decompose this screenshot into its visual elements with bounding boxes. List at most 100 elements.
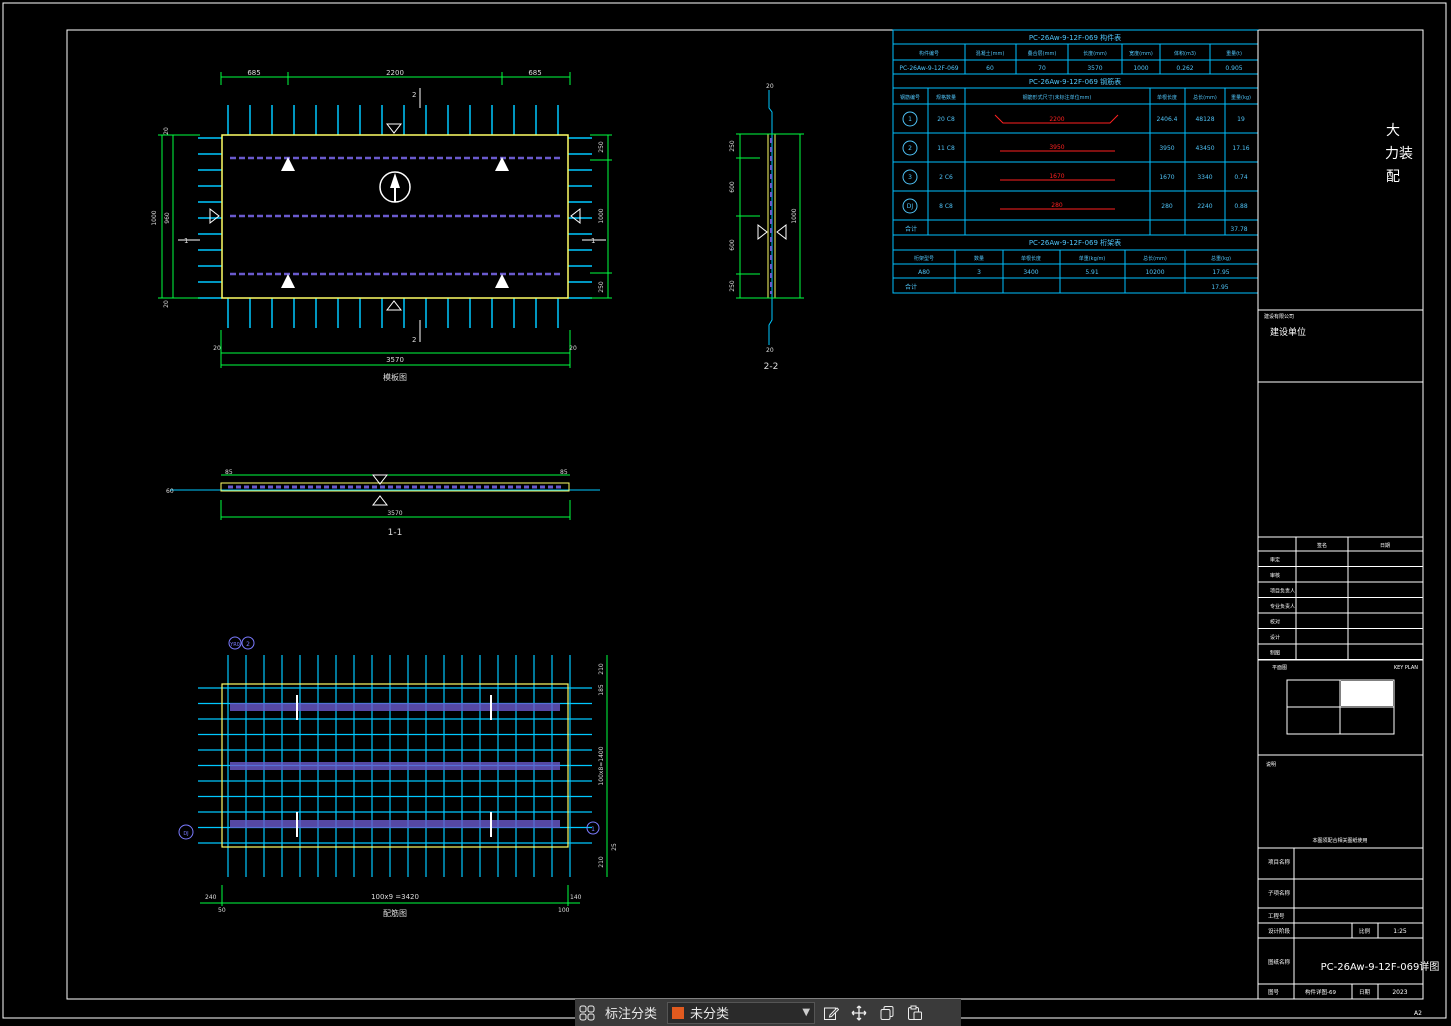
table-rebar-spec: 2 C6 [939,174,953,181]
schedule-tables: PC-26Aw-9-12F-069 构件表 构件编号 混凝土(mm) 叠合层(mm)… [892,29,1259,294]
drawing-name: PC-26Aw-9-12F-069详图 [1321,960,1440,973]
table-rebar-header: 钢筋形式尺寸(未标注单位mm) [1023,94,1092,101]
table-rebar-header: 重量(kg) [1231,94,1251,101]
table-component-cell: 0.905 [1225,65,1242,72]
table-truss-header: 总长(mm) [1143,255,1167,262]
drawing-no-label: 图号 [1268,988,1280,996]
sec22-dim-3: 600 [729,239,736,251]
category-select[interactable]: 未分类 ▼ [667,1001,816,1024]
table-rebar-total: 3340 [1197,174,1212,181]
table-rebar-header: 钢筋编号 [900,94,920,101]
sec11-dim-side: 60 [166,488,174,495]
rebar-dim-b4: 140 [570,894,582,901]
company-logo-line3: 配 [1386,169,1400,185]
table-rebar-header: 总长(mm) [1193,94,1217,101]
table-component-cell: 60 [986,65,994,72]
lattice-girder [230,703,560,711]
table-component-header: 混凝土(mm) [976,50,1005,57]
role-label: 审核 [1270,572,1280,579]
table-truss-header: 单根长度 [1021,255,1041,262]
sec22-dim-1: 250 [729,140,736,152]
roles-header-sign: 签名 [1317,542,1327,549]
plan-dim-right-3: 250 [598,281,605,293]
grid-icon[interactable] [575,1002,599,1024]
sheet-size: A2 [1414,1010,1422,1017]
annotation-toolbar: 标注分类 未分类 ▼ [575,999,961,1026]
table-rebar-weight: 0.88 [1234,203,1248,210]
role-label: 专业负责人 [1270,603,1295,610]
company-note: 建设有限公司 [1264,313,1294,320]
plan-dim-end-right: 20 [569,345,577,352]
table-rebar-weight: 0.74 [1234,174,1248,181]
sec22-dim-4: 250 [729,280,736,292]
plan-dim-left-small-bottom: 20 [163,300,170,308]
role-label: 设计 [1270,634,1280,641]
plan-dim-left-inner: 960 [164,212,171,224]
table-rebar-header: 规格数量 [936,94,956,101]
project-no-label: 工程号 [1268,912,1285,920]
sec22-dim-bottom: 20 [766,347,774,354]
key-plan-label: 平面图 [1272,665,1287,671]
table-truss-cell: 5.91 [1085,269,1099,276]
table-rebar-header: 单根长度 [1157,94,1177,101]
company-logo-line1: 大 [1386,123,1400,139]
table-truss-sum: 17.95 [1211,284,1228,291]
lattice-girder [230,820,560,828]
cad-drawing-canvas[interactable]: 685 2200 685 2 2 1000 960 20 20 1 250 10… [0,0,1451,1026]
face-marker-icon [209,207,220,225]
table-truss-cell: 10200 [1145,269,1164,276]
table-rebar-shape-dim: 3950 [1049,144,1064,151]
copy-icon[interactable] [875,1002,899,1024]
plan-dim-end-left: 20 [213,345,221,352]
rebar-dim-r1: 210 [598,663,605,675]
plan-cut-label-right: 1 [591,237,595,245]
plan-dim-bottom: 3570 [386,356,404,364]
table-rebar-spec: 20 C8 [937,116,955,123]
role-label: 校对 [1270,619,1280,626]
plan-cut-label-top: 2 [412,91,416,99]
table-truss-cell: 3 [977,269,981,276]
section-1-1-title: 1-1 [388,528,403,538]
face-marker-icon [385,300,403,311]
sheet-border [2,2,1447,1019]
table-rebar-shape-dim: 2200 [1049,116,1064,123]
rebar-dim-bottom: 100x9 =3420 [371,893,419,901]
project-name-label: 项目名称 [1268,858,1291,866]
table-rebar-len: 3950 [1159,145,1174,152]
plan-dim-top-1: 685 [247,69,260,77]
table-rebar-spec: 8 C8 [939,203,953,210]
svg-text:2: 2 [246,641,250,648]
rebar-dim-r3: 100x8=1400 [598,746,605,785]
drawing-frame [66,29,1424,1000]
category-select-value: 未分类 [690,1007,730,1022]
table-rebar-shape-dim: 280 [1051,202,1063,209]
section-2-2-title: 2-2 [764,362,779,372]
table-rebar-title: PC-26Aw-9-12F-069 钢筋表 [1029,77,1121,86]
role-label: 审定 [1270,557,1280,564]
note-label: 说明 [1266,761,1276,768]
plan-dim-top-3: 685 [528,69,541,77]
table-component-cell: PC-26Aw-9-12F-069 [899,65,958,72]
lifting-point-icon [495,157,509,171]
table-rebar-total: 43450 [1195,145,1214,152]
section-1-1: 85 85 60 3570 1-1 [166,469,600,538]
table-component-header: 构件编号 [919,50,939,57]
sub-project-label: 子项名称 [1268,889,1291,897]
rebar-view: YR0 2 DJ 1 100x9 =3420 240 50 100 140 21… [178,636,618,918]
rebar-dim-b3: 100 [558,907,570,914]
face-marker-icon [570,207,581,225]
move-icon[interactable] [847,1002,871,1024]
table-truss-sum-label: 合计 [905,283,917,291]
edit-icon[interactable] [819,1002,843,1024]
table-rebar-total: 48128 [1195,116,1214,123]
table-rebar-shape-dim: 1670 [1049,173,1064,180]
paste-icon[interactable] [903,1002,927,1024]
table-component-header: 体积(m3) [1174,50,1196,57]
scale-label: 比例 [1359,927,1371,935]
company-logo-line2: 力装 [1385,146,1413,162]
lattice-girder [230,762,560,770]
rebar-view-title: 配筋图 [383,908,407,918]
svg-text:YR0: YR0 [229,642,240,648]
table-component-header: 长度(mm) [1083,50,1107,57]
table-component-cell: 1000 [1133,65,1148,72]
